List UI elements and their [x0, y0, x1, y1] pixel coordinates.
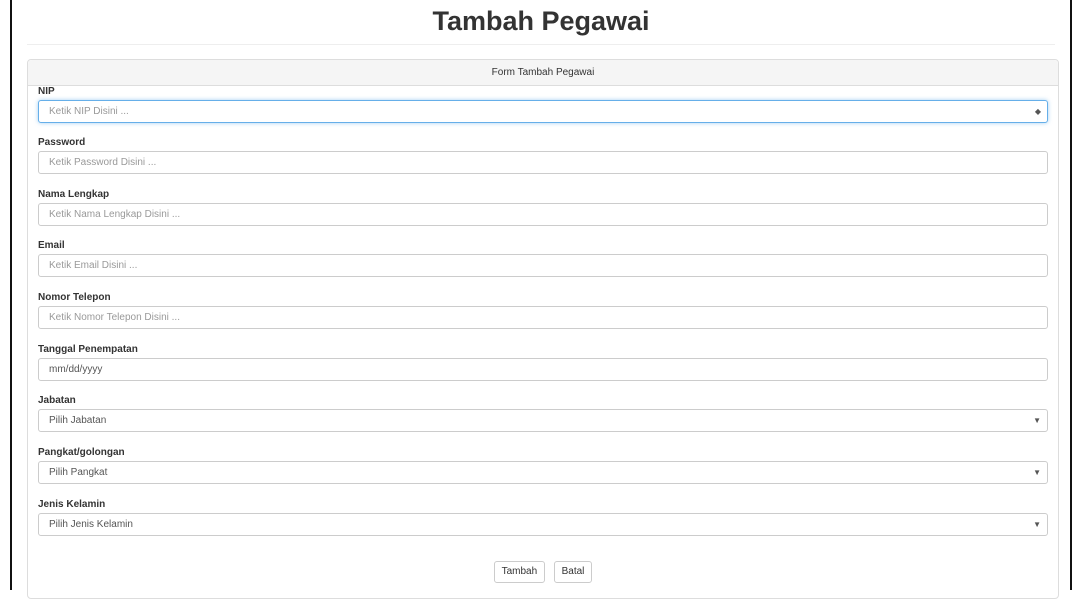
jenis-kelamin-select[interactable]: Pilih Jenis Kelamin ▼ — [38, 513, 1048, 536]
nomor-telepon-placeholder: Ketik Nomor Telepon Disini ... — [49, 312, 180, 323]
tanggal-penempatan-input[interactable]: mm/dd/yyyy — [38, 358, 1048, 381]
number-spinner-icon[interactable]: ◆ — [1035, 101, 1041, 122]
field-jenis-kelamin: Jenis Kelamin Pilih Jenis Kelamin ▼ — [38, 497, 1048, 536]
password-placeholder: Ketik Password Disini ... — [49, 157, 157, 168]
tanggal-penempatan-placeholder: mm/dd/yyyy — [49, 364, 103, 375]
page-title: Tambah Pegawai — [432, 6, 650, 36]
nama-lengkap-input[interactable]: Ketik Nama Lengkap Disini ... — [38, 203, 1048, 226]
email-label: Email — [38, 240, 65, 251]
dropdown-arrow-icon[interactable]: ▼ — [1033, 514, 1041, 535]
field-jabatan: Jabatan Pilih Jabatan ▼ — [38, 393, 1048, 432]
form-actions: Tambah Batal — [28, 561, 1058, 583]
jenis-kelamin-selected: Pilih Jenis Kelamin — [49, 519, 133, 530]
field-email: Email Ketik Email Disini ... — [38, 238, 1048, 277]
app-frame: Tambah Pegawai Form Tambah Pegawai NIP K… — [10, 0, 1072, 599]
email-input[interactable]: Ketik Email Disini ... — [38, 254, 1048, 277]
field-nomor-telepon: Nomor Telepon Ketik Nomor Telepon Disini… — [38, 290, 1048, 329]
email-placeholder: Ketik Email Disini ... — [49, 260, 138, 271]
form-heading: Form Tambah Pegawai — [28, 60, 1058, 86]
field-nip: NIP Ketik NIP Disini ... ◆ — [38, 84, 1048, 123]
dropdown-arrow-icon[interactable]: ▼ — [1033, 410, 1041, 431]
field-pangkat: Pangkat/golongan Pilih Pangkat ▼ — [38, 445, 1048, 484]
field-password: Password Ketik Password Disini ... — [38, 135, 1048, 174]
nama-lengkap-label: Nama Lengkap — [38, 189, 110, 200]
jabatan-select[interactable]: Pilih Jabatan ▼ — [38, 409, 1048, 432]
field-nama-lengkap: Nama Lengkap Ketik Nama Lengkap Disini .… — [38, 187, 1048, 226]
pangkat-label: Pangkat/golongan — [38, 447, 125, 458]
form-panel: Form Tambah Pegawai NIP Ketik NIP Disini… — [27, 59, 1059, 599]
jenis-kelamin-label: Jenis Kelamin — [38, 499, 106, 510]
nomor-telepon-input[interactable]: Ketik Nomor Telepon Disini ... — [38, 306, 1048, 329]
pangkat-select[interactable]: Pilih Pangkat ▼ — [38, 461, 1048, 484]
nomor-telepon-label: Nomor Telepon — [38, 292, 111, 303]
jabatan-selected: Pilih Jabatan — [49, 415, 107, 426]
tambah-button[interactable]: Tambah — [493, 561, 546, 583]
nip-input[interactable]: Ketik NIP Disini ... ◆ — [38, 100, 1048, 123]
field-tanggal-penempatan: Tanggal Penempatan mm/dd/yyyy — [38, 342, 1048, 381]
pangkat-selected: Pilih Pangkat — [49, 467, 108, 478]
tanggal-penempatan-label: Tanggal Penempatan — [38, 344, 138, 355]
password-input[interactable]: Ketik Password Disini ... — [38, 151, 1048, 174]
jabatan-label: Jabatan — [38, 395, 76, 406]
nama-lengkap-placeholder: Ketik Nama Lengkap Disini ... — [49, 209, 181, 220]
password-label: Password — [38, 137, 86, 148]
nip-placeholder: Ketik NIP Disini ... — [49, 106, 129, 117]
title-divider — [27, 44, 1055, 45]
batal-button[interactable]: Batal — [553, 561, 593, 583]
dropdown-arrow-icon[interactable]: ▼ — [1033, 462, 1041, 483]
nip-label: NIP — [38, 86, 55, 97]
